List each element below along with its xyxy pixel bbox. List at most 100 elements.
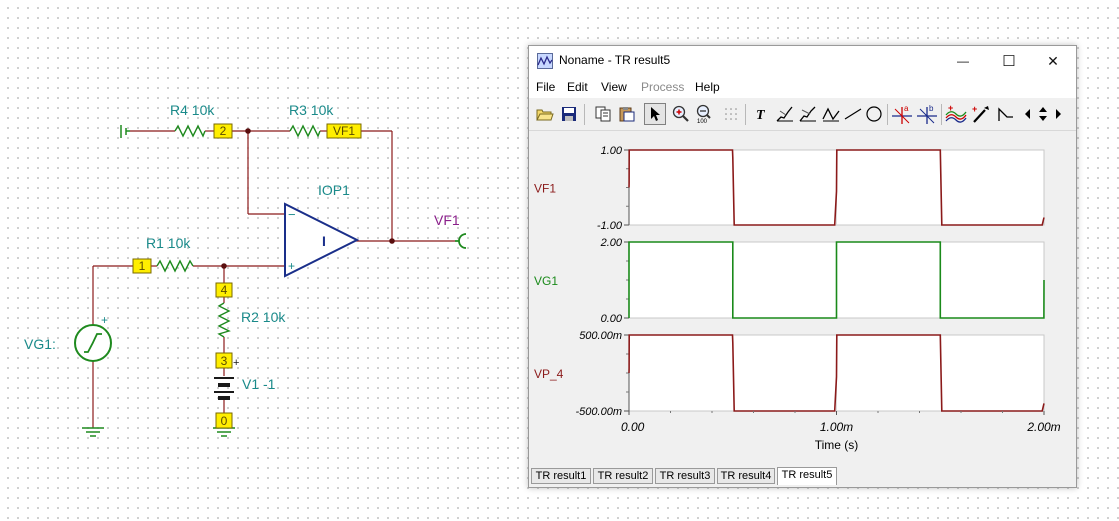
- schematic-canvas[interactable]: − + I + + 2 VF1 1 4 3 0 R4 10k R3 10k R1…: [0, 0, 520, 521]
- menu-view[interactable]: View: [601, 80, 627, 94]
- svg-text:4: 4: [221, 283, 228, 297]
- series-label-vp_4: VP_4: [534, 367, 564, 381]
- op-amp[interactable]: − + I: [284, 202, 360, 278]
- circle-button[interactable]: [863, 103, 885, 125]
- tab-tr-result1[interactable]: TR result1: [531, 468, 591, 484]
- junction-dot: [389, 238, 395, 244]
- series-label-vf1: VF1: [534, 182, 556, 196]
- scroll-updown-button[interactable]: [1035, 103, 1051, 125]
- text-icon: T: [756, 108, 766, 122]
- y-tick-label: 500.00m: [579, 330, 622, 342]
- zoom-in-button[interactable]: [670, 103, 692, 125]
- v1-battery[interactable]: [214, 377, 234, 400]
- node-0[interactable]: 0: [215, 412, 233, 429]
- tab-tr-result5[interactable]: TR result5: [777, 467, 837, 485]
- ground-symbol[interactable]: [120, 125, 130, 138]
- tab-tr-result3[interactable]: TR result3: [655, 468, 715, 484]
- curve-tool-button[interactable]: [774, 103, 796, 125]
- line-icon: [844, 108, 862, 120]
- svg-text:VF1: VF1: [333, 124, 355, 138]
- save-button[interactable]: [558, 103, 580, 125]
- step-icon: [998, 107, 1013, 121]
- r4-resistor[interactable]: [174, 124, 206, 138]
- r3-resistor[interactable]: [289, 124, 321, 138]
- curve-tool-2-button[interactable]: [797, 103, 819, 125]
- paste-icon: [619, 107, 635, 122]
- menu-bar: File Edit View Process Help: [529, 76, 1076, 98]
- x-axis-label: Time (s): [815, 438, 859, 452]
- tab-tr-result4[interactable]: TR result4: [717, 468, 775, 484]
- scroll-right-button[interactable]: [1052, 103, 1064, 125]
- copy-button[interactable]: [592, 103, 614, 125]
- add-trace-button[interactable]: +: [945, 103, 967, 125]
- node-vf1[interactable]: VF1: [326, 123, 362, 139]
- ground-symbol[interactable]: [82, 427, 104, 437]
- text-button[interactable]: T: [751, 103, 773, 125]
- svg-text:0: 0: [221, 414, 228, 428]
- y-tick-label: 1.00: [601, 145, 623, 157]
- scroll-left-button[interactable]: [1022, 103, 1034, 125]
- paste-button[interactable]: [616, 103, 638, 125]
- tr-result-window[interactable]: Noname - TR result5 — ☐ ✕ File Edit View…: [528, 45, 1077, 488]
- pointer-button[interactable]: [644, 103, 666, 125]
- add-trace-icon: +: [945, 104, 967, 123]
- circle-icon: [866, 106, 882, 122]
- r2-resistor[interactable]: [217, 302, 231, 338]
- scroll-left-icon: [1025, 109, 1030, 119]
- minimize-icon: —: [957, 54, 969, 68]
- op-amp-mark: I: [322, 233, 326, 249]
- scroll-right-icon: [1056, 109, 1061, 119]
- svg-text:+: +: [948, 104, 953, 113]
- title-bar[interactable]: Noname - TR result5 — ☐ ✕: [529, 46, 1076, 76]
- cursor-a-button[interactable]: a: [891, 103, 913, 125]
- menu-process[interactable]: Process: [641, 80, 684, 94]
- probe-button[interactable]: +: [970, 103, 992, 125]
- ground-symbol[interactable]: [213, 427, 235, 437]
- zoom-100-icon: 100: [696, 104, 711, 124]
- x-tick-label: 1.00m: [820, 420, 853, 434]
- open-button[interactable]: [534, 103, 556, 125]
- junction-dot: [221, 263, 227, 269]
- curve-tool-3-button[interactable]: [820, 103, 842, 125]
- svg-text:1: 1: [139, 259, 146, 273]
- menu-edit[interactable]: Edit: [567, 80, 588, 94]
- step-button[interactable]: [995, 103, 1017, 125]
- close-button[interactable]: ✕: [1030, 46, 1076, 76]
- y-tick-label: 0.00: [601, 313, 623, 325]
- tab-tr-result2[interactable]: TR result2: [593, 468, 653, 484]
- pointer-icon: [651, 107, 660, 121]
- zoom-100-button[interactable]: 100: [694, 103, 716, 125]
- window-title: Noname - TR result5: [559, 53, 671, 67]
- line-button[interactable]: [842, 103, 864, 125]
- result-tab-bar: TR result1 TR result2 TR result3 TR resu…: [529, 466, 1076, 486]
- vg1-label: VG1:: [24, 336, 56, 352]
- probe-icon: +: [972, 104, 989, 123]
- output-connector[interactable]: [455, 233, 467, 249]
- node-4[interactable]: 4: [215, 282, 233, 298]
- cursor-b-button[interactable]: b: [916, 103, 938, 125]
- zoom-in-icon: [672, 105, 689, 122]
- series-label-vg1: VG1: [534, 274, 558, 288]
- v1-plus: +: [233, 357, 239, 369]
- grid-button[interactable]: [720, 103, 742, 125]
- maximize-button[interactable]: ☐: [986, 46, 1032, 76]
- svg-text:2: 2: [220, 124, 227, 138]
- node-3[interactable]: 3: [215, 352, 233, 369]
- minimize-button[interactable]: —: [940, 46, 986, 76]
- r1-label: R1 10k: [146, 235, 191, 251]
- save-icon: [562, 107, 576, 121]
- junction-dot: [245, 128, 251, 134]
- curve-tool-icon: [776, 106, 793, 122]
- r1-resistor[interactable]: [156, 259, 194, 273]
- menu-help[interactable]: Help: [695, 80, 720, 94]
- menu-file[interactable]: File: [536, 80, 555, 94]
- node-1[interactable]: 1: [132, 258, 152, 274]
- svg-text:b: b: [929, 104, 934, 113]
- r3-label: R3 10k: [289, 102, 334, 118]
- waveform-plot[interactable]: 1.00 -1.00 VF1 2.00 0.00 VG1 500.00m -500.00m VP…: [529, 131, 1076, 464]
- svg-text:+: +: [972, 104, 977, 114]
- y-tick-label: 2.00: [600, 237, 623, 249]
- node-2[interactable]: 2: [213, 123, 233, 139]
- scroll-updown-icon: [1039, 107, 1047, 121]
- x-tick-label: 2.00m: [1026, 420, 1060, 434]
